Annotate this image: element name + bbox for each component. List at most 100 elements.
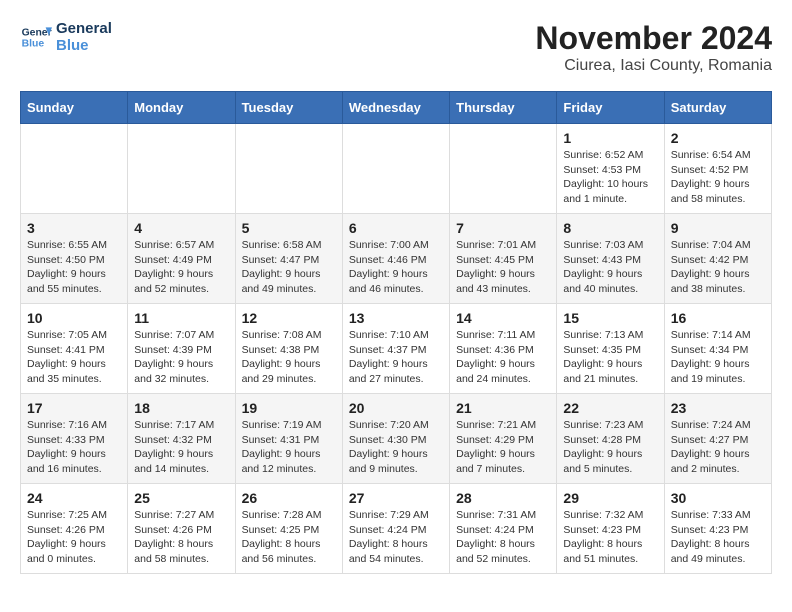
day-info: Sunrise: 7:20 AM Sunset: 4:30 PM Dayligh… xyxy=(349,418,443,477)
logo: General Blue General Blue xyxy=(20,20,112,54)
calendar-cell: 5 Sunrise: 6:58 AM Sunset: 4:47 PM Daylig… xyxy=(235,214,342,304)
calendar-cell: 4Sunrise: 6:57 AM Sunset: 4:49 PM Daylig… xyxy=(128,214,235,304)
calendar-cell: 2Sunrise: 6:54 AM Sunset: 4:52 PM Daylig… xyxy=(664,124,771,214)
day-info: Sunrise: 7:27 AM Sunset: 4:26 PM Dayligh… xyxy=(134,508,228,567)
header-day-monday: Monday xyxy=(128,92,235,124)
calendar-cell: 25 Sunrise: 7:27 AM Sunset: 4:26 PM Dayli… xyxy=(128,484,235,574)
day-info: Sunrise: 6:54 AM Sunset: 4:52 PM Dayligh… xyxy=(671,148,765,207)
day-info: Sunrise: 7:08 AM Sunset: 4:38 PM Dayligh… xyxy=(242,328,336,387)
week-row-2: 3Sunrise: 6:55 AM Sunset: 4:50 PM Daylig… xyxy=(21,214,772,304)
day-number: 27 xyxy=(349,490,443,506)
day-number: 23 xyxy=(671,400,765,416)
day-info: Sunrise: 7:29 AM Sunset: 4:24 PM Dayligh… xyxy=(349,508,443,567)
calendar-cell: 24 Sunrise: 7:25 AM Sunset: 4:26 PM Dayli… xyxy=(21,484,128,574)
day-info: Sunrise: 7:04 AM Sunset: 4:42 PM Dayligh… xyxy=(671,238,765,297)
day-info: Sunrise: 7:31 AM Sunset: 4:24 PM Dayligh… xyxy=(456,508,550,567)
day-number: 10 xyxy=(27,310,121,326)
day-info: Sunrise: 7:23 AM Sunset: 4:28 PM Dayligh… xyxy=(563,418,657,477)
day-info: Sunrise: 7:21 AM Sunset: 4:29 PM Dayligh… xyxy=(456,418,550,477)
calendar-cell: 10 Sunrise: 7:05 AM Sunset: 4:41 PM Dayli… xyxy=(21,304,128,394)
calendar-cell xyxy=(342,124,449,214)
day-info: Sunrise: 7:17 AM Sunset: 4:32 PM Dayligh… xyxy=(134,418,228,477)
day-info: Sunrise: 7:24 AM Sunset: 4:27 PM Dayligh… xyxy=(671,418,765,477)
calendar-cell: 21 Sunrise: 7:21 AM Sunset: 4:29 PM Dayli… xyxy=(450,394,557,484)
calendar-cell: 11Sunrise: 7:07 AM Sunset: 4:39 PM Dayli… xyxy=(128,304,235,394)
day-number: 28 xyxy=(456,490,550,506)
header-day-sunday: Sunday xyxy=(21,92,128,124)
calendar-cell xyxy=(128,124,235,214)
calendar-cell xyxy=(21,124,128,214)
header-day-tuesday: Tuesday xyxy=(235,92,342,124)
main-title: November 2024 xyxy=(535,20,772,57)
day-info: Sunrise: 7:33 AM Sunset: 4:23 PM Dayligh… xyxy=(671,508,765,567)
day-info: Sunrise: 7:03 AM Sunset: 4:43 PM Dayligh… xyxy=(563,238,657,297)
day-info: Sunrise: 7:05 AM Sunset: 4:41 PM Dayligh… xyxy=(27,328,121,387)
day-number: 1 xyxy=(563,130,657,146)
day-number: 4 xyxy=(134,220,228,236)
day-number: 25 xyxy=(134,490,228,506)
day-number: 24 xyxy=(27,490,121,506)
calendar-cell: 15 Sunrise: 7:13 AM Sunset: 4:35 PM Dayli… xyxy=(557,304,664,394)
calendar-cell: 29 Sunrise: 7:32 AM Sunset: 4:23 PM Dayli… xyxy=(557,484,664,574)
logo-icon: General Blue xyxy=(20,21,52,53)
header-row: SundayMondayTuesdayWednesdayThursdayFrid… xyxy=(21,92,772,124)
calendar-cell: 8 Sunrise: 7:03 AM Sunset: 4:43 PM Daylig… xyxy=(557,214,664,304)
day-number: 22 xyxy=(563,400,657,416)
day-number: 15 xyxy=(563,310,657,326)
calendar-cell: 20 Sunrise: 7:20 AM Sunset: 4:30 PM Dayli… xyxy=(342,394,449,484)
day-number: 16 xyxy=(671,310,765,326)
calendar-cell: 1 Sunrise: 6:52 AM Sunset: 4:53 PM Daylig… xyxy=(557,124,664,214)
day-number: 8 xyxy=(563,220,657,236)
calendar-cell: 19Sunrise: 7:19 AM Sunset: 4:31 PM Dayli… xyxy=(235,394,342,484)
calendar-cell: 12Sunrise: 7:08 AM Sunset: 4:38 PM Dayli… xyxy=(235,304,342,394)
day-number: 20 xyxy=(349,400,443,416)
day-info: Sunrise: 7:13 AM Sunset: 4:35 PM Dayligh… xyxy=(563,328,657,387)
calendar-table: SundayMondayTuesdayWednesdayThursdayFrid… xyxy=(20,91,772,574)
header-day-friday: Friday xyxy=(557,92,664,124)
calendar-cell: 13 Sunrise: 7:10 AM Sunset: 4:37 PM Dayli… xyxy=(342,304,449,394)
day-number: 5 xyxy=(242,220,336,236)
svg-text:Blue: Blue xyxy=(22,39,45,50)
week-row-1: 1 Sunrise: 6:52 AM Sunset: 4:53 PM Daylig… xyxy=(21,124,772,214)
day-number: 14 xyxy=(456,310,550,326)
calendar-cell: 28 Sunrise: 7:31 AM Sunset: 4:24 PM Dayli… xyxy=(450,484,557,574)
header-area: General Blue General Blue November 2024 … xyxy=(20,20,772,75)
week-row-5: 24 Sunrise: 7:25 AM Sunset: 4:26 PM Dayli… xyxy=(21,484,772,574)
subtitle: Ciurea, Iasi County, Romania xyxy=(535,57,772,75)
day-info: Sunrise: 7:11 AM Sunset: 4:36 PM Dayligh… xyxy=(456,328,550,387)
calendar-header: SundayMondayTuesdayWednesdayThursdayFrid… xyxy=(21,92,772,124)
day-info: Sunrise: 6:58 AM Sunset: 4:47 PM Dayligh… xyxy=(242,238,336,297)
day-info: Sunrise: 7:25 AM Sunset: 4:26 PM Dayligh… xyxy=(27,508,121,567)
day-number: 17 xyxy=(27,400,121,416)
calendar-cell: 9Sunrise: 7:04 AM Sunset: 4:42 PM Daylig… xyxy=(664,214,771,304)
calendar-cell: 23 Sunrise: 7:24 AM Sunset: 4:27 PM Dayli… xyxy=(664,394,771,484)
calendar-cell: 7Sunrise: 7:01 AM Sunset: 4:45 PM Daylig… xyxy=(450,214,557,304)
day-info: Sunrise: 7:14 AM Sunset: 4:34 PM Dayligh… xyxy=(671,328,765,387)
title-area: November 2024 Ciurea, Iasi County, Roman… xyxy=(535,20,772,75)
calendar-body: 1 Sunrise: 6:52 AM Sunset: 4:53 PM Daylig… xyxy=(21,124,772,574)
day-number: 29 xyxy=(563,490,657,506)
day-info: Sunrise: 6:52 AM Sunset: 4:53 PM Dayligh… xyxy=(563,148,657,207)
day-number: 11 xyxy=(134,310,228,326)
header-day-thursday: Thursday xyxy=(450,92,557,124)
day-info: Sunrise: 7:32 AM Sunset: 4:23 PM Dayligh… xyxy=(563,508,657,567)
week-row-4: 17 Sunrise: 7:16 AM Sunset: 4:33 PM Dayli… xyxy=(21,394,772,484)
day-info: Sunrise: 6:55 AM Sunset: 4:50 PM Dayligh… xyxy=(27,238,121,297)
week-row-3: 10 Sunrise: 7:05 AM Sunset: 4:41 PM Dayli… xyxy=(21,304,772,394)
calendar-cell: 17 Sunrise: 7:16 AM Sunset: 4:33 PM Dayli… xyxy=(21,394,128,484)
day-number: 13 xyxy=(349,310,443,326)
calendar-cell: 27 Sunrise: 7:29 AM Sunset: 4:24 PM Dayli… xyxy=(342,484,449,574)
day-info: Sunrise: 7:19 AM Sunset: 4:31 PM Dayligh… xyxy=(242,418,336,477)
calendar-cell: 14 Sunrise: 7:11 AM Sunset: 4:36 PM Dayli… xyxy=(450,304,557,394)
header-day-saturday: Saturday xyxy=(664,92,771,124)
calendar-cell: 18Sunrise: 7:17 AM Sunset: 4:32 PM Dayli… xyxy=(128,394,235,484)
day-number: 21 xyxy=(456,400,550,416)
calendar-cell: 30Sunrise: 7:33 AM Sunset: 4:23 PM Dayli… xyxy=(664,484,771,574)
day-info: Sunrise: 7:10 AM Sunset: 4:37 PM Dayligh… xyxy=(349,328,443,387)
day-info: Sunrise: 7:28 AM Sunset: 4:25 PM Dayligh… xyxy=(242,508,336,567)
day-info: Sunrise: 7:16 AM Sunset: 4:33 PM Dayligh… xyxy=(27,418,121,477)
day-info: Sunrise: 7:00 AM Sunset: 4:46 PM Dayligh… xyxy=(349,238,443,297)
calendar-cell: 16 Sunrise: 7:14 AM Sunset: 4:34 PM Dayli… xyxy=(664,304,771,394)
day-info: Sunrise: 7:01 AM Sunset: 4:45 PM Dayligh… xyxy=(456,238,550,297)
calendar-cell: 6Sunrise: 7:00 AM Sunset: 4:46 PM Daylig… xyxy=(342,214,449,304)
